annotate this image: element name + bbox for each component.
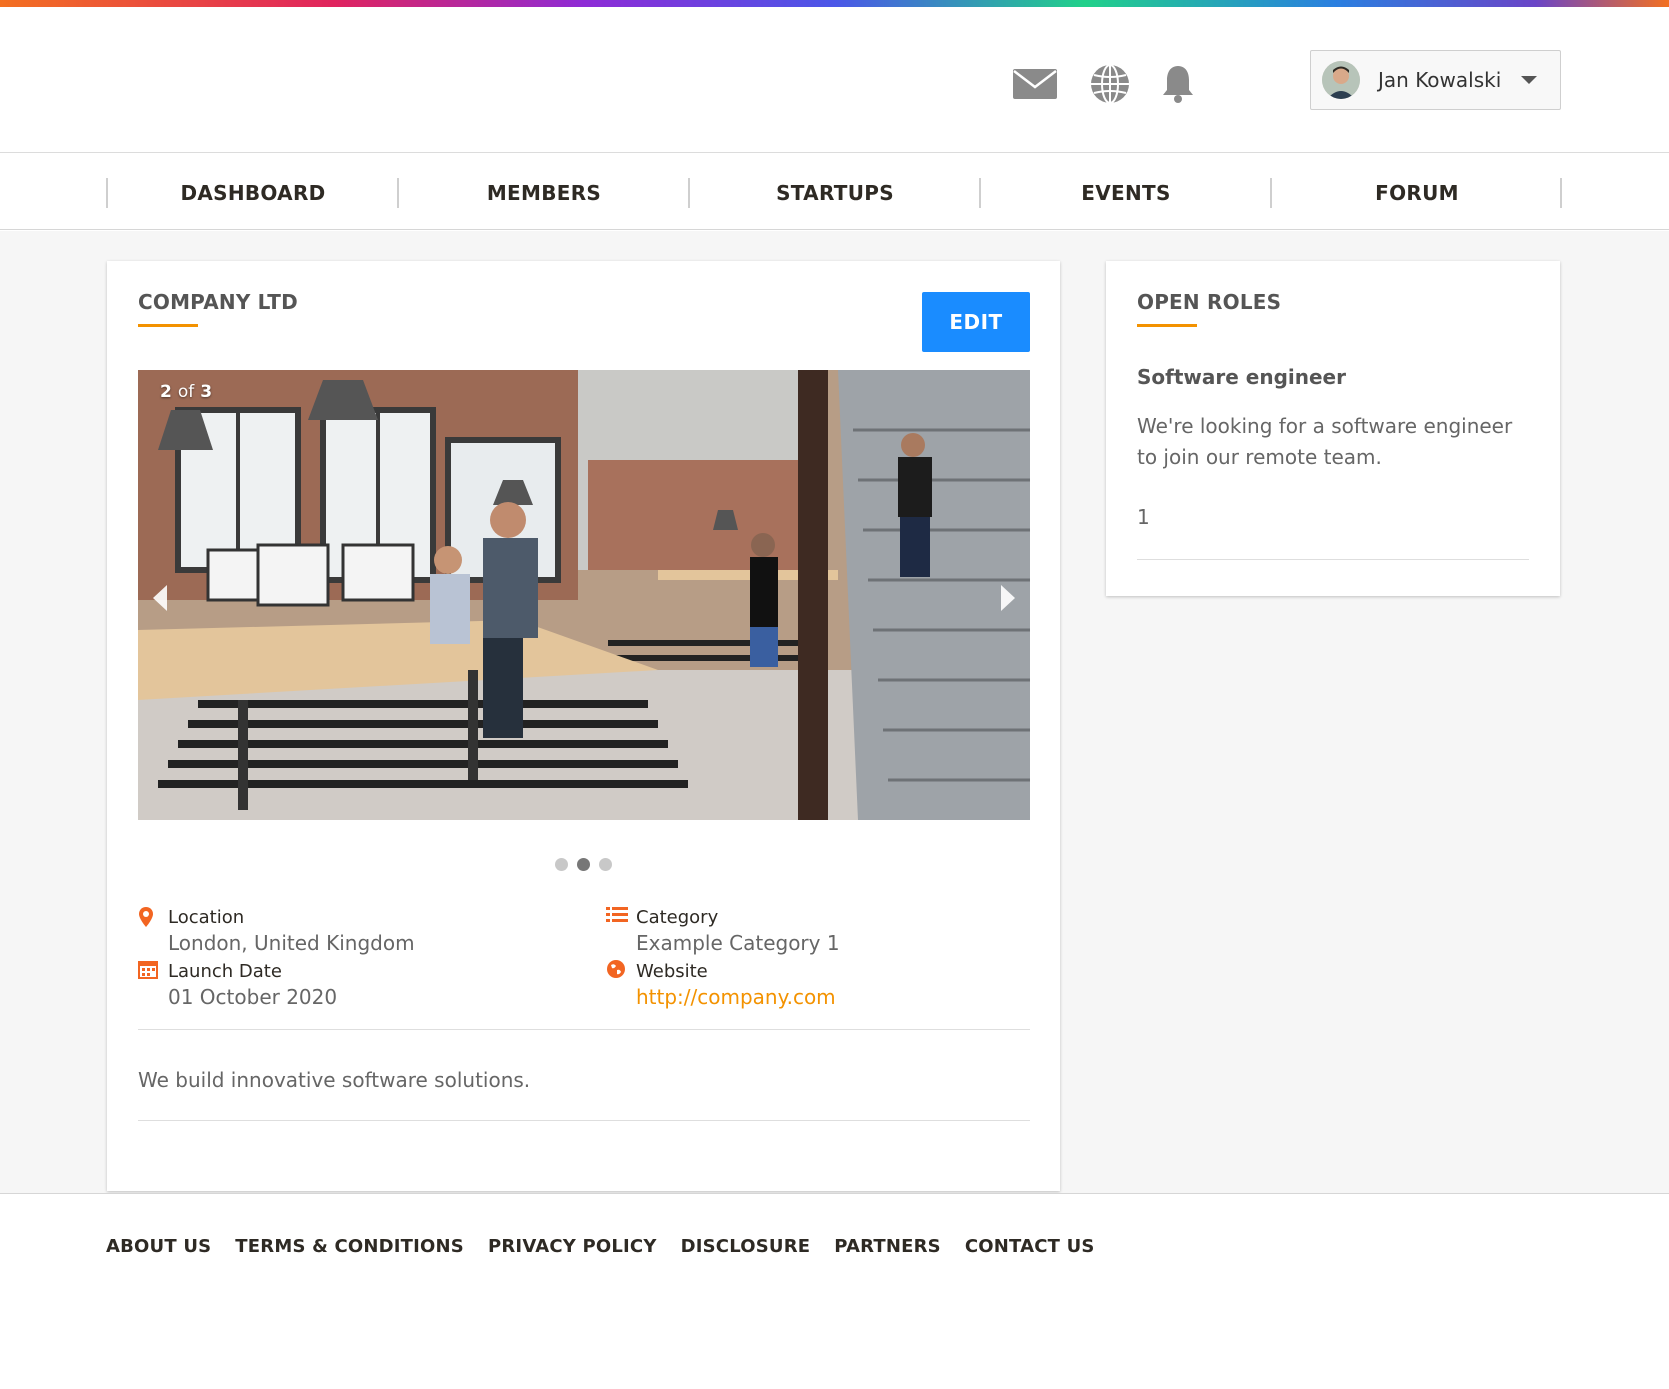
footer-link-contact[interactable]: CONTACT US [965,1236,1095,1257]
carousel-next-icon[interactable] [994,580,1022,616]
nav-item-dashboard[interactable]: DASHBOARD [107,178,399,208]
carousel-dots [107,858,1060,871]
footer-link-terms[interactable]: TERMS & CONDITIONS [235,1236,464,1257]
slide-of-label: of [177,382,195,402]
nav-divider [1560,178,1562,208]
nav-item-forum[interactable]: FORUM [1271,178,1563,208]
main-content: COMPANY LTD EDIT 2 of 3 Location London,… [0,231,1669,1193]
role-description: We're looking for a software engineer to… [1137,414,1513,469]
footer-links: ABOUT US TERMS & CONDITIONS PRIVACY POLI… [106,1236,1095,1257]
main-nav: DASHBOARD MEMBERS STARTUPS EVENTS FORUM [0,154,1669,230]
launch-date-value: 01 October 2020 [168,985,338,1009]
nav-item-startups[interactable]: STARTUPS [689,178,981,208]
launch-date-label: Launch Date [168,961,282,982]
footer: ABOUT US TERMS & CONDITIONS PRIVACY POLI… [0,1193,1669,1389]
slide-current: 2 [160,382,172,402]
footer-link-partners[interactable]: PARTNERS [834,1236,941,1257]
nav-item-events[interactable]: EVENTS [980,178,1272,208]
avatar [1322,61,1360,99]
user-menu-button[interactable]: Jan Kowalski [1310,50,1561,110]
carousel-dot[interactable] [599,858,612,871]
carousel-prev-icon[interactable] [146,580,174,616]
location-value: London, United Kingdom [168,931,415,955]
slide-total: 3 [200,382,213,402]
category-value: Example Category 1 [636,931,840,955]
company-description: We build innovative software solutions. [138,1068,531,1092]
category-label: Category [636,907,719,928]
mail-icon[interactable] [1010,59,1060,109]
calendar-icon [138,959,158,979]
open-roles-card: OPEN ROLES Software engineer We're looki… [1106,261,1560,596]
carousel-dot-active[interactable] [577,858,590,871]
top-header: Jan Kowalski [0,7,1669,153]
role-title[interactable]: Software engineer [1137,365,1346,389]
divider [1137,559,1529,560]
company-card: COMPANY LTD EDIT 2 of 3 Location London,… [107,261,1060,1191]
office-photo [138,370,1030,820]
footer-link-privacy[interactable]: PRIVACY POLICY [488,1236,657,1257]
open-roles-title: OPEN ROLES [1137,290,1282,314]
list-icon [606,906,628,926]
user-name: Jan Kowalski [1378,68,1502,92]
bell-icon[interactable] [1153,59,1203,109]
website-link[interactable]: http://company.com [636,985,836,1009]
brand-stripe [0,0,1669,7]
carousel-dot[interactable] [555,858,568,871]
image-carousel[interactable]: 2 of 3 [138,370,1030,820]
footer-link-disclosure[interactable]: DISCLOSURE [681,1236,811,1257]
company-title: COMPANY LTD [138,290,298,314]
globe-icon [606,959,626,979]
globe-icon[interactable] [1085,59,1135,109]
location-label: Location [168,907,245,928]
footer-link-about-us[interactable]: ABOUT US [106,1236,211,1257]
chevron-down-icon [1521,76,1538,84]
website-label: Website [636,961,708,982]
title-underline [1137,324,1197,327]
divider [138,1120,1030,1121]
nav-item-members[interactable]: MEMBERS [398,178,690,208]
divider [138,1029,1030,1030]
location-pin-icon [138,906,158,927]
role-count: 1 [1137,505,1150,529]
title-underline [138,324,198,327]
edit-button[interactable]: EDIT [922,292,1030,352]
slide-counter: 2 of 3 [160,382,212,402]
